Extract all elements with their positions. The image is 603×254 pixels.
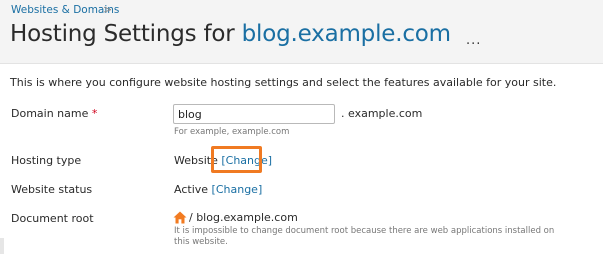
page-title-prefix: Hosting Settings for bbox=[10, 21, 235, 47]
domain-name-input[interactable] bbox=[173, 104, 335, 124]
intro-text: This is where you configure website host… bbox=[10, 76, 557, 89]
website-status-change-link[interactable]: [Change] bbox=[212, 183, 263, 196]
document-root-value: / blog.example.com bbox=[189, 211, 298, 224]
page-title: Hosting Settings for blog.example.com bbox=[10, 21, 451, 47]
document-root-note-line1: It is impossible to change document root… bbox=[174, 226, 555, 236]
website-status-value-text: Active bbox=[174, 183, 209, 196]
website-status-value: Active [Change] bbox=[174, 183, 262, 196]
more-actions-button[interactable]: ... bbox=[466, 33, 481, 48]
hosting-type-label: Hosting type bbox=[11, 154, 82, 167]
page-title-domain: blog.example.com bbox=[241, 21, 451, 47]
domain-suffix: . example.com bbox=[341, 107, 423, 120]
document-root-note-line2: this website. bbox=[174, 237, 228, 247]
domain-name-hint: For example, example.com bbox=[174, 127, 290, 137]
domain-name-label-text: Domain name bbox=[11, 107, 89, 120]
breadcrumb-chevron-icon: > bbox=[103, 3, 113, 16]
required-mark: * bbox=[91, 107, 98, 120]
highlight-box bbox=[211, 146, 262, 173]
document-root-label: Document root bbox=[11, 212, 94, 225]
home-icon bbox=[173, 211, 187, 224]
domain-name-label: Domain name * bbox=[11, 107, 97, 120]
left-scroll-marker bbox=[0, 238, 4, 254]
page-header: Websites & Domains > Hosting Settings fo… bbox=[0, 0, 603, 64]
website-status-label: Website status bbox=[11, 183, 93, 196]
